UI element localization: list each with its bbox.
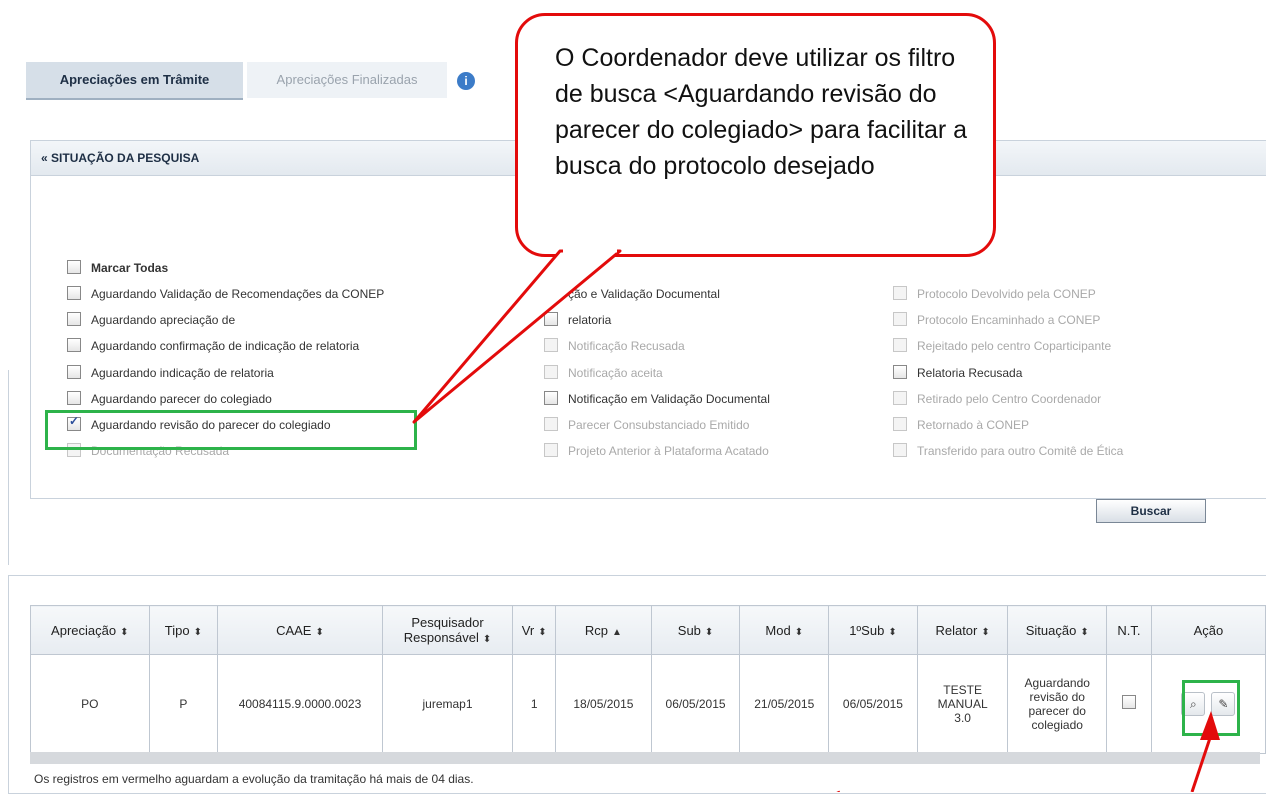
pointer-arrows — [412, 247, 1220, 792]
callout-tail — [412, 249, 622, 424]
edit-arrow — [1200, 711, 1220, 740]
edit-arrow-line — [1190, 737, 1212, 792]
